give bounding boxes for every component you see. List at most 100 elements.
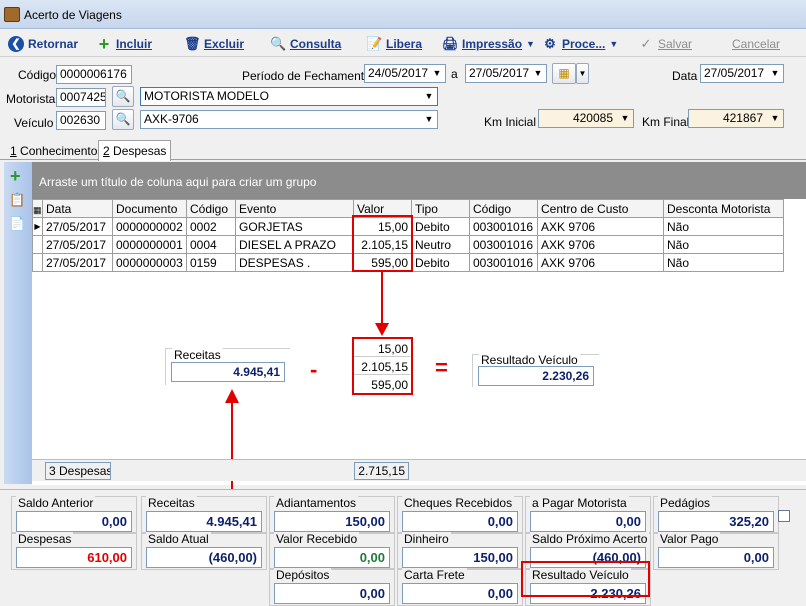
annotation-resultado-label: Resultado Veículo: [479, 353, 580, 367]
carta-frete-label: Carta Frete: [402, 568, 467, 582]
cheques-value[interactable]: 0,00: [402, 511, 518, 532]
valor-pago-value[interactable]: 0,00: [658, 547, 774, 568]
periodo-label: Período de Fechamento: [242, 69, 371, 83]
arrow-down-head: [375, 323, 389, 336]
window-title: Acerto de Viagens: [24, 8, 122, 22]
motorista-codigo-field[interactable]: 0007425: [56, 88, 106, 107]
calendar-dropdown-button[interactable]: ▼: [576, 63, 589, 84]
trash-icon: 🗑: [184, 36, 201, 51]
values-highlight-box: [352, 337, 413, 395]
data-field[interactable]: 27/05/2017 ▼: [700, 64, 784, 83]
cheques-group: Cheques Recebidos 0,00: [397, 496, 523, 534]
motorista-lookup-button[interactable]: 🔍: [112, 86, 134, 107]
valor-recebido-label: Valor Recebido: [274, 532, 360, 546]
annotation-receitas-label: Receitas: [172, 348, 223, 362]
saldo-anterior-value[interactable]: 0,00: [16, 511, 132, 532]
km-inicial-field[interactable]: 420085 ▼: [538, 109, 634, 128]
chevron-down-icon[interactable]: ▼: [530, 65, 546, 82]
codigo-label: Código: [18, 68, 57, 82]
summary-panel: Saldo Anterior 0,00 Receitas 4.945,41 Ad…: [0, 489, 806, 606]
periodo-ate-field[interactable]: 27/05/2017 ▼: [465, 64, 547, 83]
pedagios-group: Pedágios 325,20: [653, 496, 779, 534]
annotation-receitas-panel: Receitas 4.945,41: [165, 348, 290, 385]
impressao-menu[interactable]: 🖨 Impressão ▼: [442, 35, 535, 53]
adiantamentos-value[interactable]: 150,00: [274, 511, 390, 532]
consulta-button[interactable]: 🔍 Consulta: [270, 35, 341, 53]
equals-sign: =: [435, 355, 448, 380]
despesas-grid: ▦ Data Documento Código Evento Valor Tip…: [32, 199, 806, 495]
valor-pago-group: Valor Pago 0,00: [653, 532, 779, 570]
pedagios-value[interactable]: 325,20: [658, 511, 774, 532]
a-pagar-value[interactable]: 0,00: [530, 511, 646, 532]
cancelar-button[interactable]: Cancelar: [732, 35, 780, 53]
codigo-field[interactable]: 0000006176: [56, 65, 132, 84]
annotation-arrows: [225, 272, 389, 495]
salvar-button[interactable]: ✓ Salvar: [638, 35, 692, 53]
annotation-resultado-panel: Resultado Veículo 2.230,26: [472, 353, 599, 387]
saldo-anterior-group: Saldo Anterior 0,00: [11, 496, 137, 534]
release-icon: 📝: [366, 36, 383, 51]
app-icon: [4, 7, 20, 22]
valor-recebido-value[interactable]: 0,00: [274, 547, 390, 568]
saldo-atual-label: Saldo Atual: [146, 532, 211, 546]
clipboard-icon[interactable]: 📄: [9, 216, 25, 232]
search-icon: 🔍: [115, 112, 131, 126]
arrow-up-head: [225, 389, 239, 403]
despesas-value[interactable]: 610,00: [16, 547, 132, 568]
add-icon[interactable]: +: [10, 166, 21, 187]
adiantamentos-group: Adiantamentos 150,00: [269, 496, 395, 534]
receitas-value[interactable]: 4.945,41: [146, 511, 262, 532]
excluir-button[interactable]: 🗑 Excluir: [184, 35, 244, 53]
resultado-highlight-box: [521, 561, 650, 597]
chevron-down-icon: ▼: [609, 39, 619, 49]
carta-frete-group: Carta Frete 0,00: [397, 568, 523, 606]
a-pagar-label: a Pagar Motorista: [530, 496, 629, 510]
motorista-nome-combo[interactable]: MOTORISTA MODELO ▼: [140, 87, 438, 106]
calendar-button[interactable]: ▦: [552, 63, 576, 84]
veiculo-lookup-button[interactable]: 🔍: [112, 109, 134, 130]
group-by-panel[interactable]: Arraste um título de coluna aqui para cr…: [32, 162, 806, 199]
veiculo-codigo-field[interactable]: 002630: [56, 111, 106, 130]
copy-icon[interactable]: 📋: [9, 192, 25, 208]
processos-menu[interactable]: ⚙ Proce... ▼: [542, 35, 618, 53]
process-icon: ⚙: [544, 36, 556, 51]
saldo-atual-value[interactable]: (460,00): [146, 547, 262, 568]
toolbar: ❮ Retornar + Incluir 🗑 Excluir 🔍 Consult…: [0, 30, 806, 57]
libera-button[interactable]: 📝 Libera: [366, 35, 422, 53]
motorista-label: Motorista: [6, 92, 56, 106]
incluir-button[interactable]: + Incluir: [96, 35, 152, 53]
chevron-down-icon[interactable]: ▼: [421, 111, 437, 128]
valor-recebido-group: Valor Recebido 0,00: [269, 532, 395, 570]
tab-strip: 1 Conhecimentos 2 Despesas: [0, 140, 806, 161]
chevron-down-icon[interactable]: ▼: [767, 65, 783, 82]
chevron-down-icon[interactable]: ▼: [617, 110, 633, 127]
chevron-down-icon[interactable]: ▼: [429, 65, 445, 82]
dinheiro-value[interactable]: 150,00: [402, 547, 518, 568]
saldo-anterior-label: Saldo Anterior: [16, 496, 96, 510]
plus-icon: +: [98, 34, 110, 54]
footer-count: 3 Despesas: [45, 462, 111, 480]
pedagios-checkbox[interactable]: [778, 510, 790, 522]
back-arrow-icon: ❮: [8, 36, 24, 52]
annotation-receitas-value: 4.945,41: [171, 362, 285, 382]
veiculo-label: Veículo: [14, 116, 54, 130]
receitas-group: Receitas 4.945,41: [141, 496, 267, 534]
km-final-field[interactable]: 421867 ▼: [688, 109, 784, 128]
annotation-resultado-value: 2.230,26: [478, 366, 594, 386]
depositos-group: Depósitos 0,00: [269, 568, 395, 606]
cheques-label: Cheques Recebidos: [402, 496, 515, 510]
minus-sign: -: [310, 357, 318, 382]
retornar-button[interactable]: ❮ Retornar: [8, 35, 78, 53]
dinheiro-group: Dinheiro 150,00: [397, 532, 523, 570]
despesas-label: Despesas: [16, 532, 74, 546]
tab-conhecimentos[interactable]: 1 Conhecimentos: [6, 142, 107, 161]
chevron-down-icon: ▼: [526, 39, 535, 49]
saldo-atual-group: Saldo Atual (460,00): [141, 532, 267, 570]
veiculo-placa-combo[interactable]: AXK-9706 ▼: [140, 110, 438, 129]
grid-side-toolbar: + 📋 📄: [4, 162, 32, 484]
saldo-proximo-label: Saldo Próximo Acerto: [530, 532, 650, 546]
chevron-down-icon[interactable]: ▼: [767, 110, 783, 127]
tab-despesas[interactable]: 2 Despesas: [98, 140, 172, 161]
periodo-de-field[interactable]: 24/05/2017 ▼: [364, 64, 446, 83]
chevron-down-icon[interactable]: ▼: [421, 88, 437, 105]
